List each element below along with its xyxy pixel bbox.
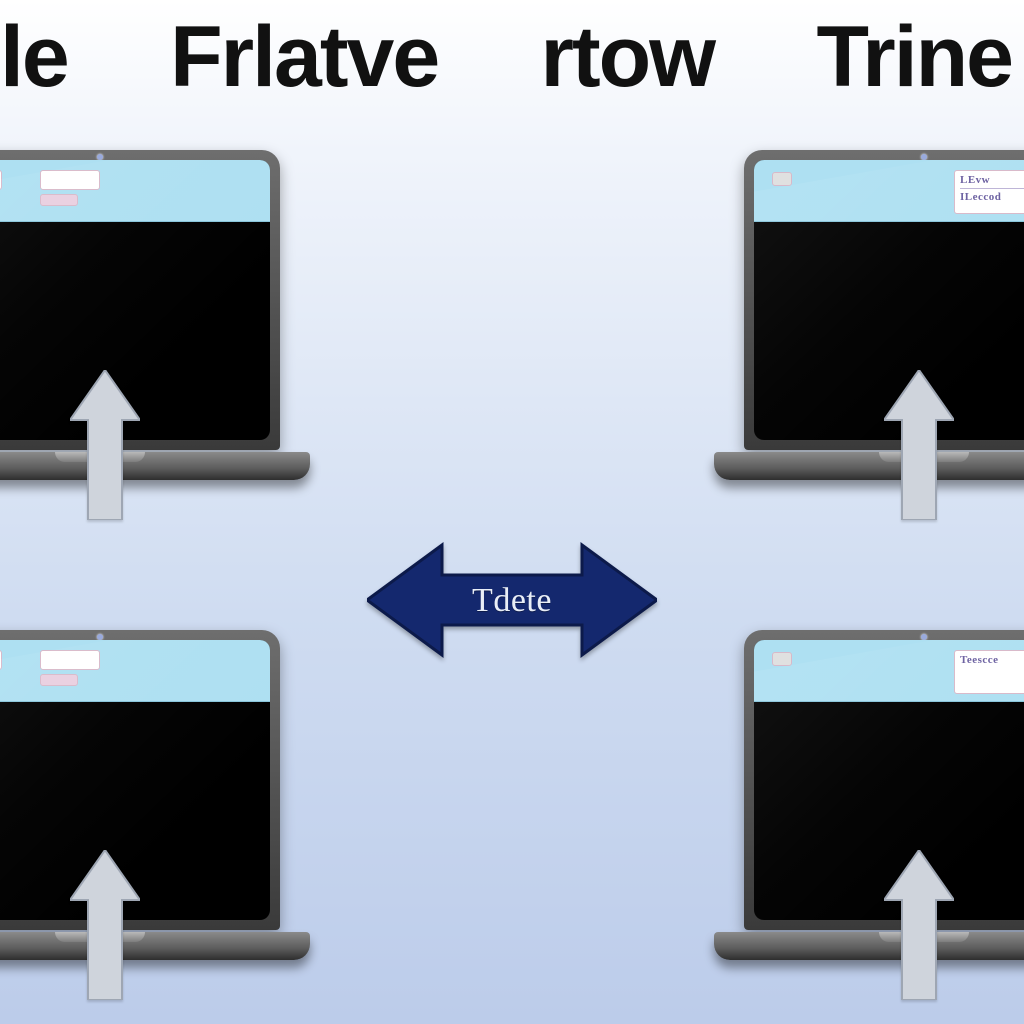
title-word-3: rtow [541, 14, 715, 100]
upload-arrow-icon [884, 370, 954, 520]
title-row: le Frlatve rtow Trine [0, 14, 1024, 100]
laptop-screen [0, 630, 280, 930]
laptop-top-left [0, 150, 280, 480]
upload-arrow-icon [70, 370, 140, 520]
laptop-base [0, 932, 310, 960]
upload-arrow-icon [70, 850, 140, 1000]
title-word-4: Trine [816, 14, 1012, 100]
laptop-base [714, 452, 1024, 480]
laptop-base [714, 932, 1024, 960]
laptop-screen [0, 150, 280, 450]
title-word-2: Frlatve [170, 14, 438, 100]
upload-arrow-icon [884, 850, 954, 1000]
sync-double-arrow-icon [367, 535, 657, 665]
title-word-1: le [0, 14, 68, 100]
laptop-base [0, 452, 310, 480]
laptop-bottom-left [0, 630, 280, 960]
